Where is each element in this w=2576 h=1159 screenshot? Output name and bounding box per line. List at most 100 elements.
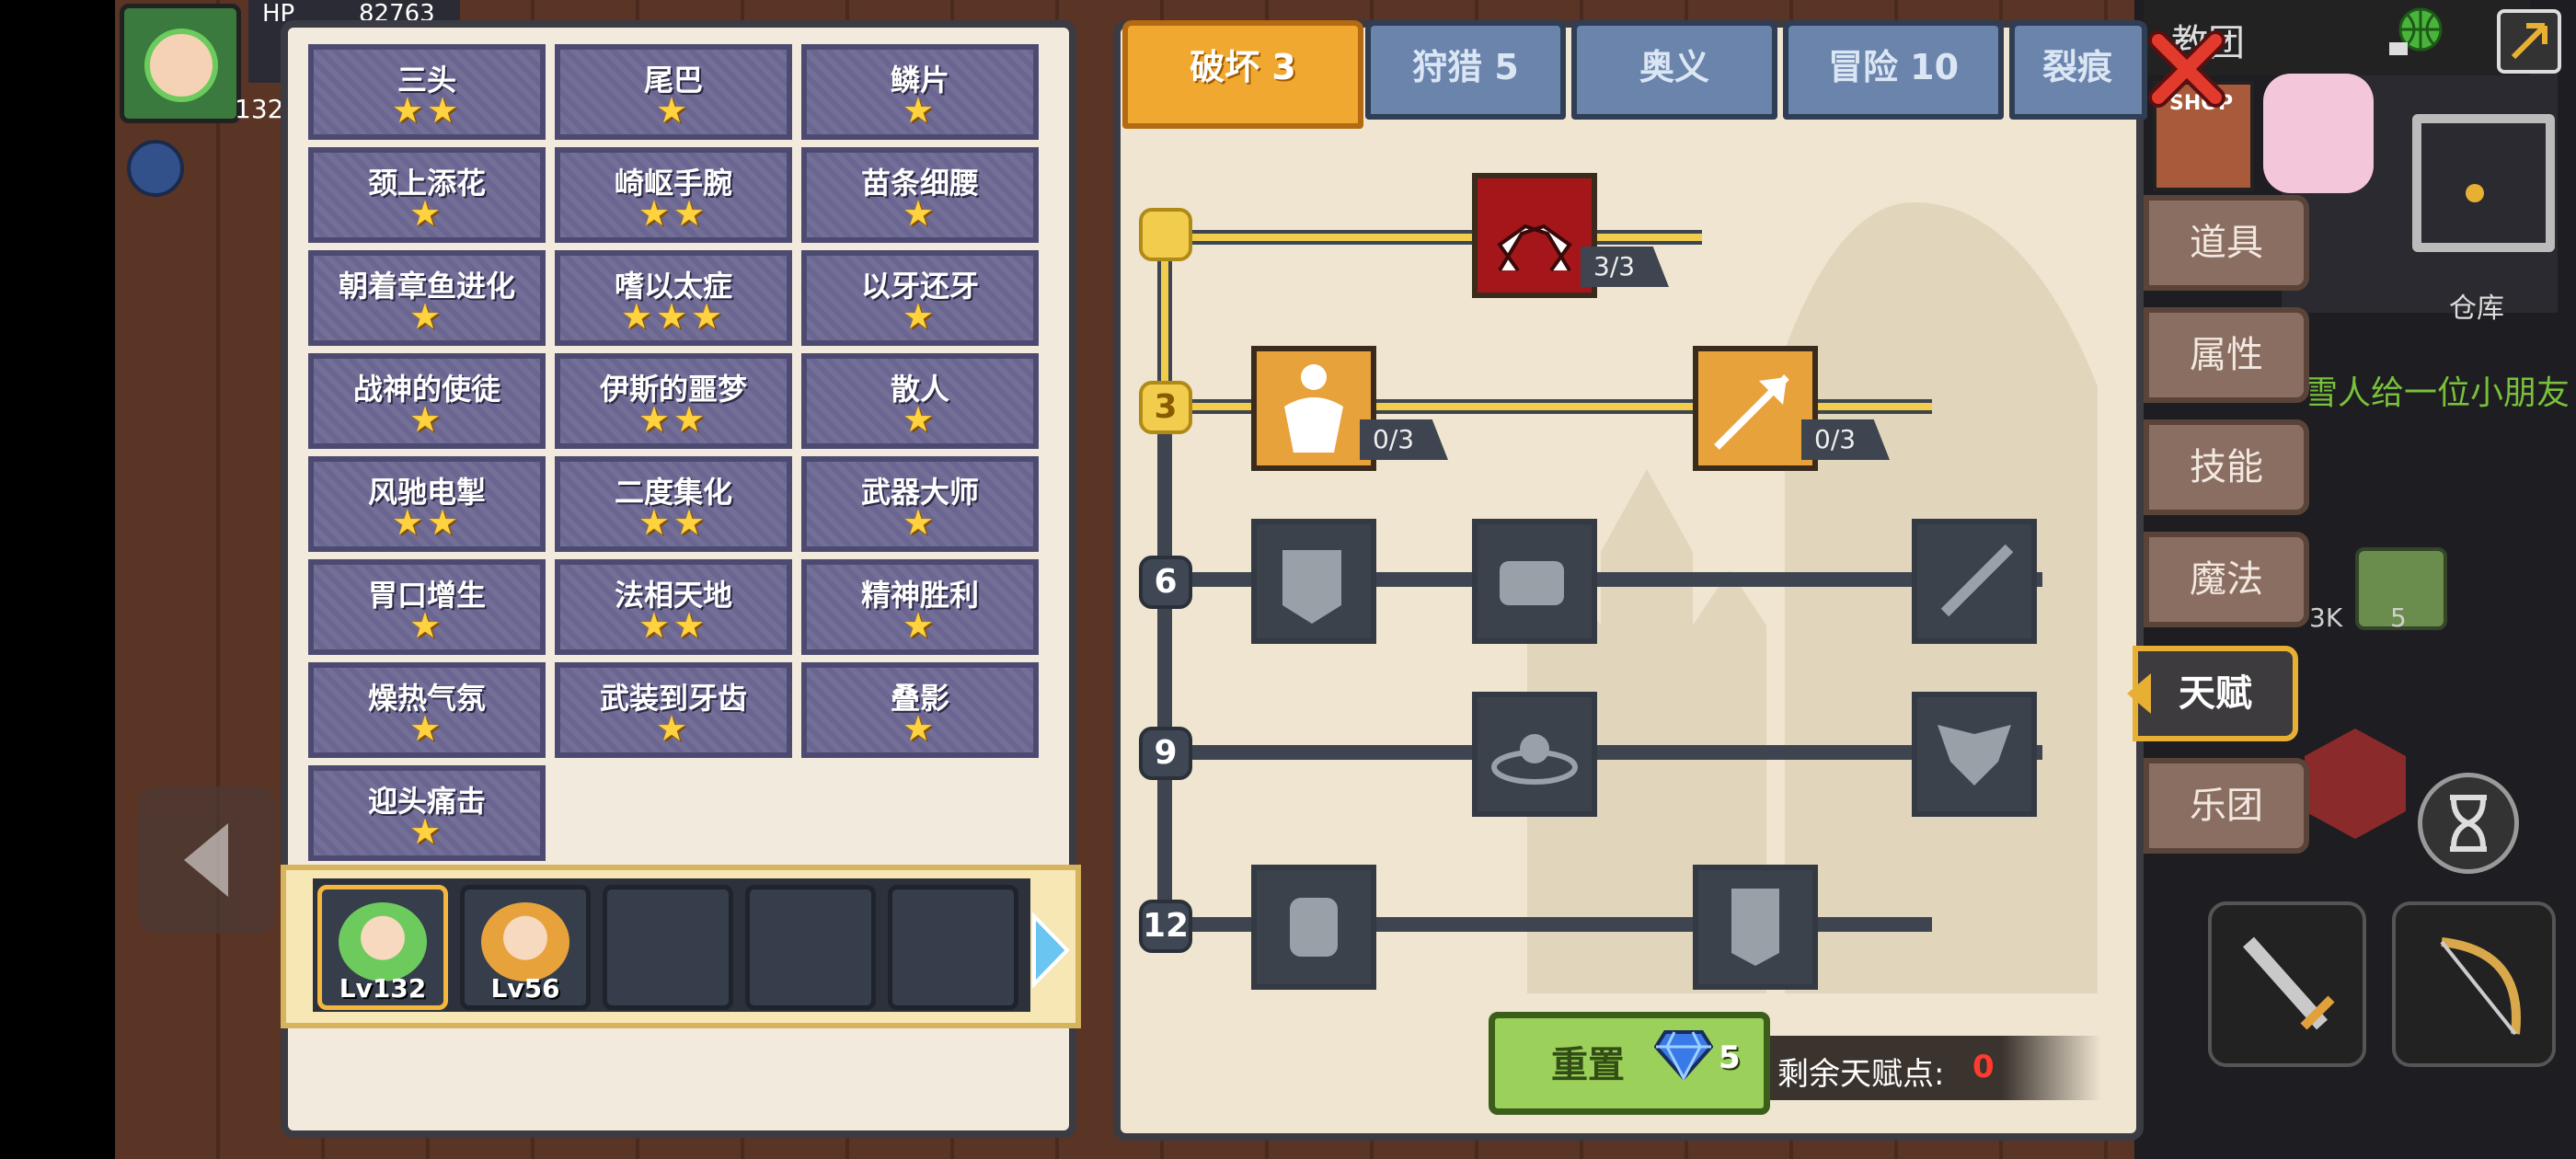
- character-slot-empty[interactable]: [745, 885, 876, 1010]
- side-menu-label: 天赋: [2179, 672, 2252, 715]
- side-menu-items[interactable]: 道具: [2144, 195, 2309, 291]
- side-menu-label: 道具: [2190, 222, 2263, 264]
- side-menu-attributes[interactable]: 属性: [2144, 307, 2309, 403]
- talent-card[interactable]: 精神胜利 ★: [801, 559, 1039, 655]
- remaining-points-value: 0: [1972, 1049, 1995, 1085]
- star-rating: ★★: [638, 193, 709, 234]
- tab-label: 冒险 10: [1827, 47, 1960, 87]
- diamond-icon: [1654, 1030, 1713, 1082]
- talent-node-shield-break[interactable]: [1251, 519, 1376, 644]
- side-menu-label: 属性: [2190, 334, 2263, 376]
- side-menu-label: 魔法: [2190, 558, 2263, 601]
- tier-badge-6: 6: [1139, 556, 1192, 609]
- npc-bunny[interactable]: [2263, 74, 2374, 193]
- dpad-left-button[interactable]: [138, 786, 276, 934]
- tab-adventure[interactable]: 冒险 10: [1783, 20, 2004, 120]
- character-slot-2[interactable]: Lv56: [460, 885, 591, 1010]
- tier-badge-root: [1139, 208, 1192, 261]
- talent-card[interactable]: 朝着章鱼进化 ★: [308, 250, 546, 346]
- item-count: 3K: [2309, 602, 2343, 633]
- side-menu-talents[interactable]: 天赋: [2133, 646, 2298, 741]
- tab-hunt[interactable]: 狩猎 5: [1365, 20, 1566, 120]
- talent-card[interactable]: 苗条细腰 ★: [801, 147, 1039, 243]
- avatar: [144, 29, 218, 102]
- muscle-body-icon: [1284, 364, 1343, 453]
- spear-strike-icon: [1940, 544, 2014, 617]
- star-rating: ★: [902, 296, 938, 337]
- star-rating: ★: [408, 811, 445, 852]
- network-icon[interactable]: [2387, 6, 2444, 63]
- star-rating: ★: [902, 605, 938, 646]
- talent-card[interactable]: 三头 ★★: [308, 44, 546, 140]
- character-avatar: [339, 902, 427, 981]
- talent-card[interactable]: 燥热气氛 ★: [308, 662, 546, 758]
- side-menu-magic[interactable]: 魔法: [2144, 532, 2309, 627]
- bow-weapon-slot[interactable]: [2392, 901, 2556, 1067]
- tab-destroy[interactable]: 破坏 3: [1122, 20, 1363, 129]
- talent-card[interactable]: 二度集化 ★★: [555, 456, 792, 552]
- sword-weapon-slot[interactable]: [2208, 901, 2366, 1067]
- shockwave-icon: [1491, 734, 1578, 785]
- talent-card[interactable]: 战神的使徒 ★: [308, 353, 546, 449]
- talent-card[interactable]: 武器大师 ★: [801, 456, 1039, 552]
- talent-node-fist-punch[interactable]: [1472, 519, 1597, 644]
- tab-secret[interactable]: 奥义: [1571, 20, 1777, 120]
- character-level: Lv56: [490, 973, 560, 1004]
- talent-card[interactable]: 伊斯的噩梦 ★★: [555, 353, 792, 449]
- character-level: Lv132: [339, 973, 427, 1004]
- fist-punch-icon: [1500, 561, 1564, 605]
- talent-card[interactable]: 嗜以太症 ★★★: [555, 250, 792, 346]
- minimap-icon[interactable]: [2412, 114, 2555, 252]
- star-rating: ★★: [638, 399, 709, 440]
- next-arrow-icon[interactable]: [1030, 912, 1071, 988]
- talent-card[interactable]: 叠影 ★: [801, 662, 1039, 758]
- arm-wrestle-icon: [1497, 224, 1572, 272]
- tier-badge-3: 3: [1139, 381, 1192, 434]
- talent-card[interactable]: 散人 ★: [801, 353, 1039, 449]
- talent-card[interactable]: 风驰电掣 ★★: [308, 456, 546, 552]
- talent-card[interactable]: 以牙还牙 ★: [801, 250, 1039, 346]
- talent-node-arrow[interactable]: 0/3: [1693, 346, 1890, 471]
- player-portrait[interactable]: [120, 4, 241, 123]
- star-rating: ★: [408, 605, 445, 646]
- character-slot-empty[interactable]: [603, 885, 733, 1010]
- talent-node-raised-fist[interactable]: [1251, 865, 1376, 990]
- hourglass-icon[interactable]: [2418, 773, 2519, 874]
- talent-grid: 三头 ★★ 尾巴 ★ 鳞片 ★ 颈上添花 ★ 崎岖手腕 ★★ 苗条细腰 ★ 朝着章鱼进化 ★ 嗜以太症 ★★★…: [308, 44, 1044, 863]
- tab-rift[interactable]: 裂痕: [2009, 20, 2147, 120]
- arrow-strike-icon: [1714, 374, 1789, 450]
- tab-label: 破坏 3: [1190, 47, 1296, 87]
- buff-icon[interactable]: [127, 140, 184, 197]
- talent-card[interactable]: 颈上添花 ★: [308, 147, 546, 243]
- star-rating: ★: [408, 296, 445, 337]
- talent-node-gauntlet[interactable]: [1693, 865, 1818, 990]
- talent-card[interactable]: 法相天地 ★★: [555, 559, 792, 655]
- talent-card[interactable]: 崎岖手腕 ★★: [555, 147, 792, 243]
- star-rating: ★★: [638, 605, 709, 646]
- minimap-player-dot: [2466, 184, 2484, 202]
- star-rating: ★★: [638, 502, 709, 543]
- character-slot-1[interactable]: Lv132: [317, 885, 448, 1010]
- talent-node-muscle[interactable]: 0/3: [1251, 346, 1448, 471]
- exit-fullscreen-icon[interactable]: [2497, 9, 2561, 74]
- talent-card[interactable]: 胃口增生 ★: [308, 559, 546, 655]
- star-rating: ★: [408, 708, 445, 749]
- active-indicator-arrow: [2127, 673, 2151, 714]
- star-rating: ★: [655, 708, 692, 749]
- talent-card[interactable]: 尾巴 ★: [555, 44, 792, 140]
- talent-node-shockwave[interactable]: [1472, 692, 1597, 817]
- talent-node-demon-wings[interactable]: [1912, 692, 2037, 817]
- star-rating: ★★: [391, 90, 463, 131]
- side-menu-label: 技能: [2190, 446, 2263, 488]
- talent-card[interactable]: 武装到牙齿 ★: [555, 662, 792, 758]
- tab-label: 奥义: [1639, 47, 1709, 87]
- talent-node-arm-wrestle[interactable]: 3/3: [1472, 173, 1669, 298]
- talent-node-blood-spear[interactable]: [1912, 519, 2037, 644]
- talent-card[interactable]: 鳞片 ★: [801, 44, 1039, 140]
- demon-wings-icon: [1938, 725, 2011, 786]
- talent-card[interactable]: 迎头痛击 ★: [308, 765, 546, 861]
- close-icon[interactable]: [2145, 28, 2228, 110]
- side-menu-band[interactable]: 乐团: [2144, 758, 2309, 854]
- side-menu-skills[interactable]: 技能: [2144, 419, 2309, 515]
- character-slot-empty[interactable]: [888, 885, 1018, 1010]
